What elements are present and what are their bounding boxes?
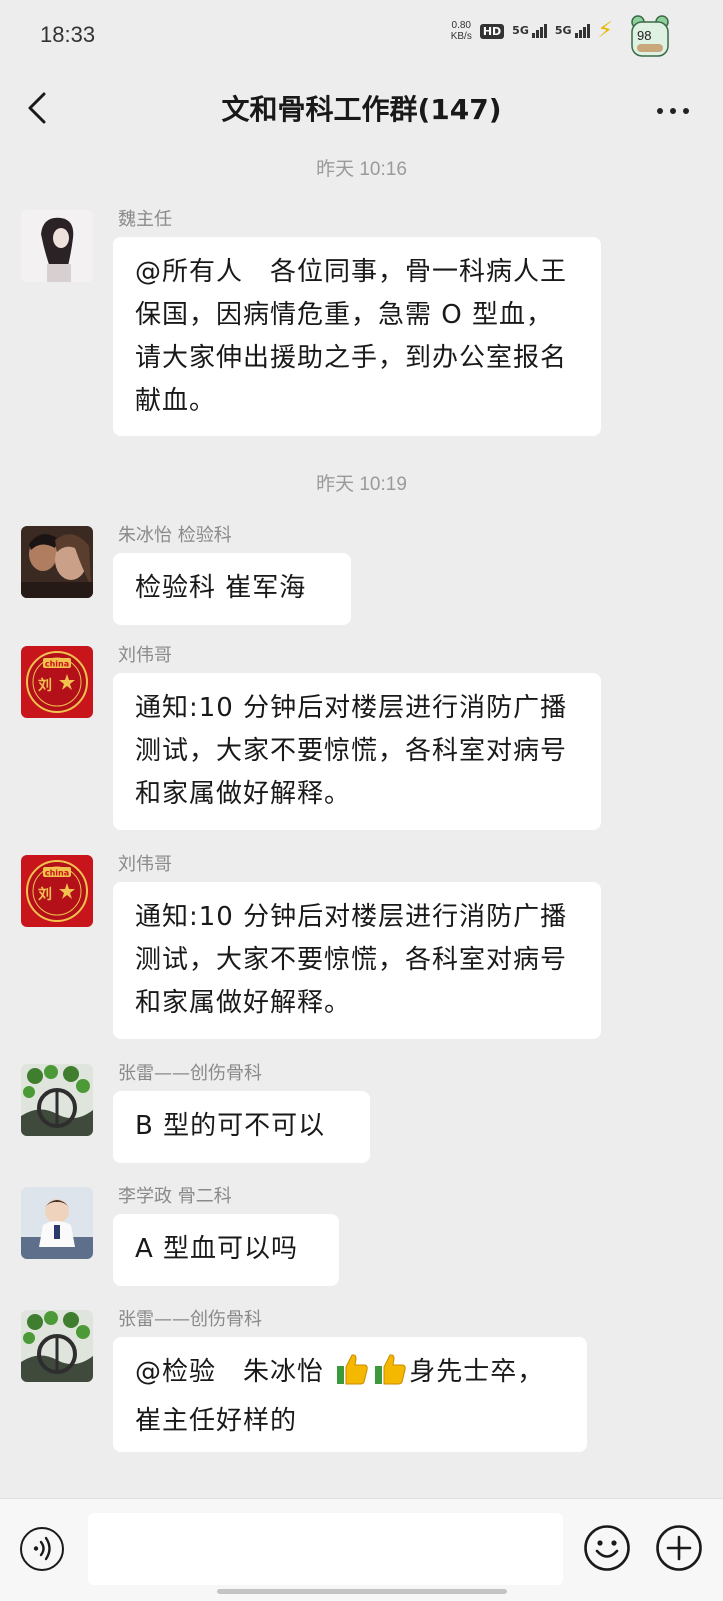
svg-text:china: china (45, 869, 69, 878)
message-text: @检验 朱冰怡 (135, 1357, 334, 1387)
message-bubble[interactable]: 通知:10 分钟后对楼层进行消防广播测试，大家不要惊慌，各科室对病号和家属做好解… (113, 882, 601, 1039)
home-indicator[interactable] (217, 1589, 507, 1594)
sender-name: 朱冰怡 检验科 (118, 525, 232, 546)
status-icons: 0.80 KB/s HD 5G 5G ⚡ (450, 18, 613, 43)
avatar[interactable] (21, 1187, 93, 1259)
emoji-button[interactable] (583, 1524, 631, 1572)
sender-name: 魏主任 (118, 209, 172, 230)
more-functions-button[interactable] (655, 1524, 703, 1572)
emoji-icon (584, 1525, 630, 1571)
message-bubble[interactable]: 检验科 崔军海 (113, 553, 351, 625)
thumbs-up-icon (373, 1352, 407, 1400)
svg-text:刘: 刘 (38, 677, 52, 694)
sender-name: 刘伟哥 (118, 645, 172, 666)
signal-icon: 5G (512, 24, 547, 38)
sender-name: 张雷——创伤骨科 (118, 1309, 262, 1330)
more-button[interactable] (657, 108, 689, 114)
message-bubble[interactable]: @检验 朱冰怡 身先士卒，崔主任好样的 (113, 1337, 587, 1452)
avatar[interactable] (21, 1064, 93, 1136)
svg-text:刘: 刘 (38, 886, 52, 903)
battery-icon: 98 (629, 14, 671, 58)
message-input[interactable] (88, 1513, 563, 1585)
voice-button[interactable] (20, 1527, 64, 1571)
sender-name: 刘伟哥 (118, 854, 172, 875)
timestamp: 昨天 10:19 (316, 474, 407, 495)
voice-icon (33, 1536, 51, 1561)
avatar[interactable] (21, 526, 93, 598)
thumbs-up-icon (335, 1352, 369, 1400)
avatar[interactable]: china 刘 (21, 855, 93, 927)
sender-name: 张雷——创伤骨科 (118, 1063, 262, 1084)
avatar[interactable]: china 刘 (21, 646, 93, 718)
chat-title: 文和骨科工作群(147) (221, 93, 502, 126)
more-icon (657, 108, 663, 114)
message-bubble[interactable]: B 型的可不可以 (113, 1091, 370, 1163)
message-bubble[interactable]: A 型血可以吗 (113, 1214, 339, 1286)
hd-icon: HD (479, 23, 505, 39)
svg-text:china: china (45, 660, 69, 669)
avatar[interactable] (21, 210, 93, 282)
battery-level: 98 (637, 28, 652, 43)
avatar[interactable] (21, 1310, 93, 1382)
chat-header: 文和骨科工作群(147) (0, 72, 723, 152)
message-bubble[interactable]: 通知:10 分钟后对楼层进行消防广播测试，大家不要惊慌，各科室对病号和家属做好解… (113, 673, 601, 830)
plus-icon (656, 1525, 702, 1571)
charging-icon: ⚡ (597, 18, 613, 43)
status-time: 18:33 (40, 22, 96, 47)
sender-name: 李学政 骨二科 (118, 1186, 232, 1207)
net-speed: 0.80 KB/s (450, 20, 472, 42)
timestamp: 昨天 10:16 (316, 159, 407, 180)
input-bar (0, 1498, 723, 1601)
status-bar: 18:33 0.80 KB/s HD 5G 5G ⚡ 98 (0, 0, 723, 72)
message-bubble[interactable]: @所有人 各位同事，骨一科病人王保国，因病情危重，急需 O 型血，请大家伸出援助… (113, 237, 601, 436)
signal-icon: 5G (555, 24, 590, 38)
